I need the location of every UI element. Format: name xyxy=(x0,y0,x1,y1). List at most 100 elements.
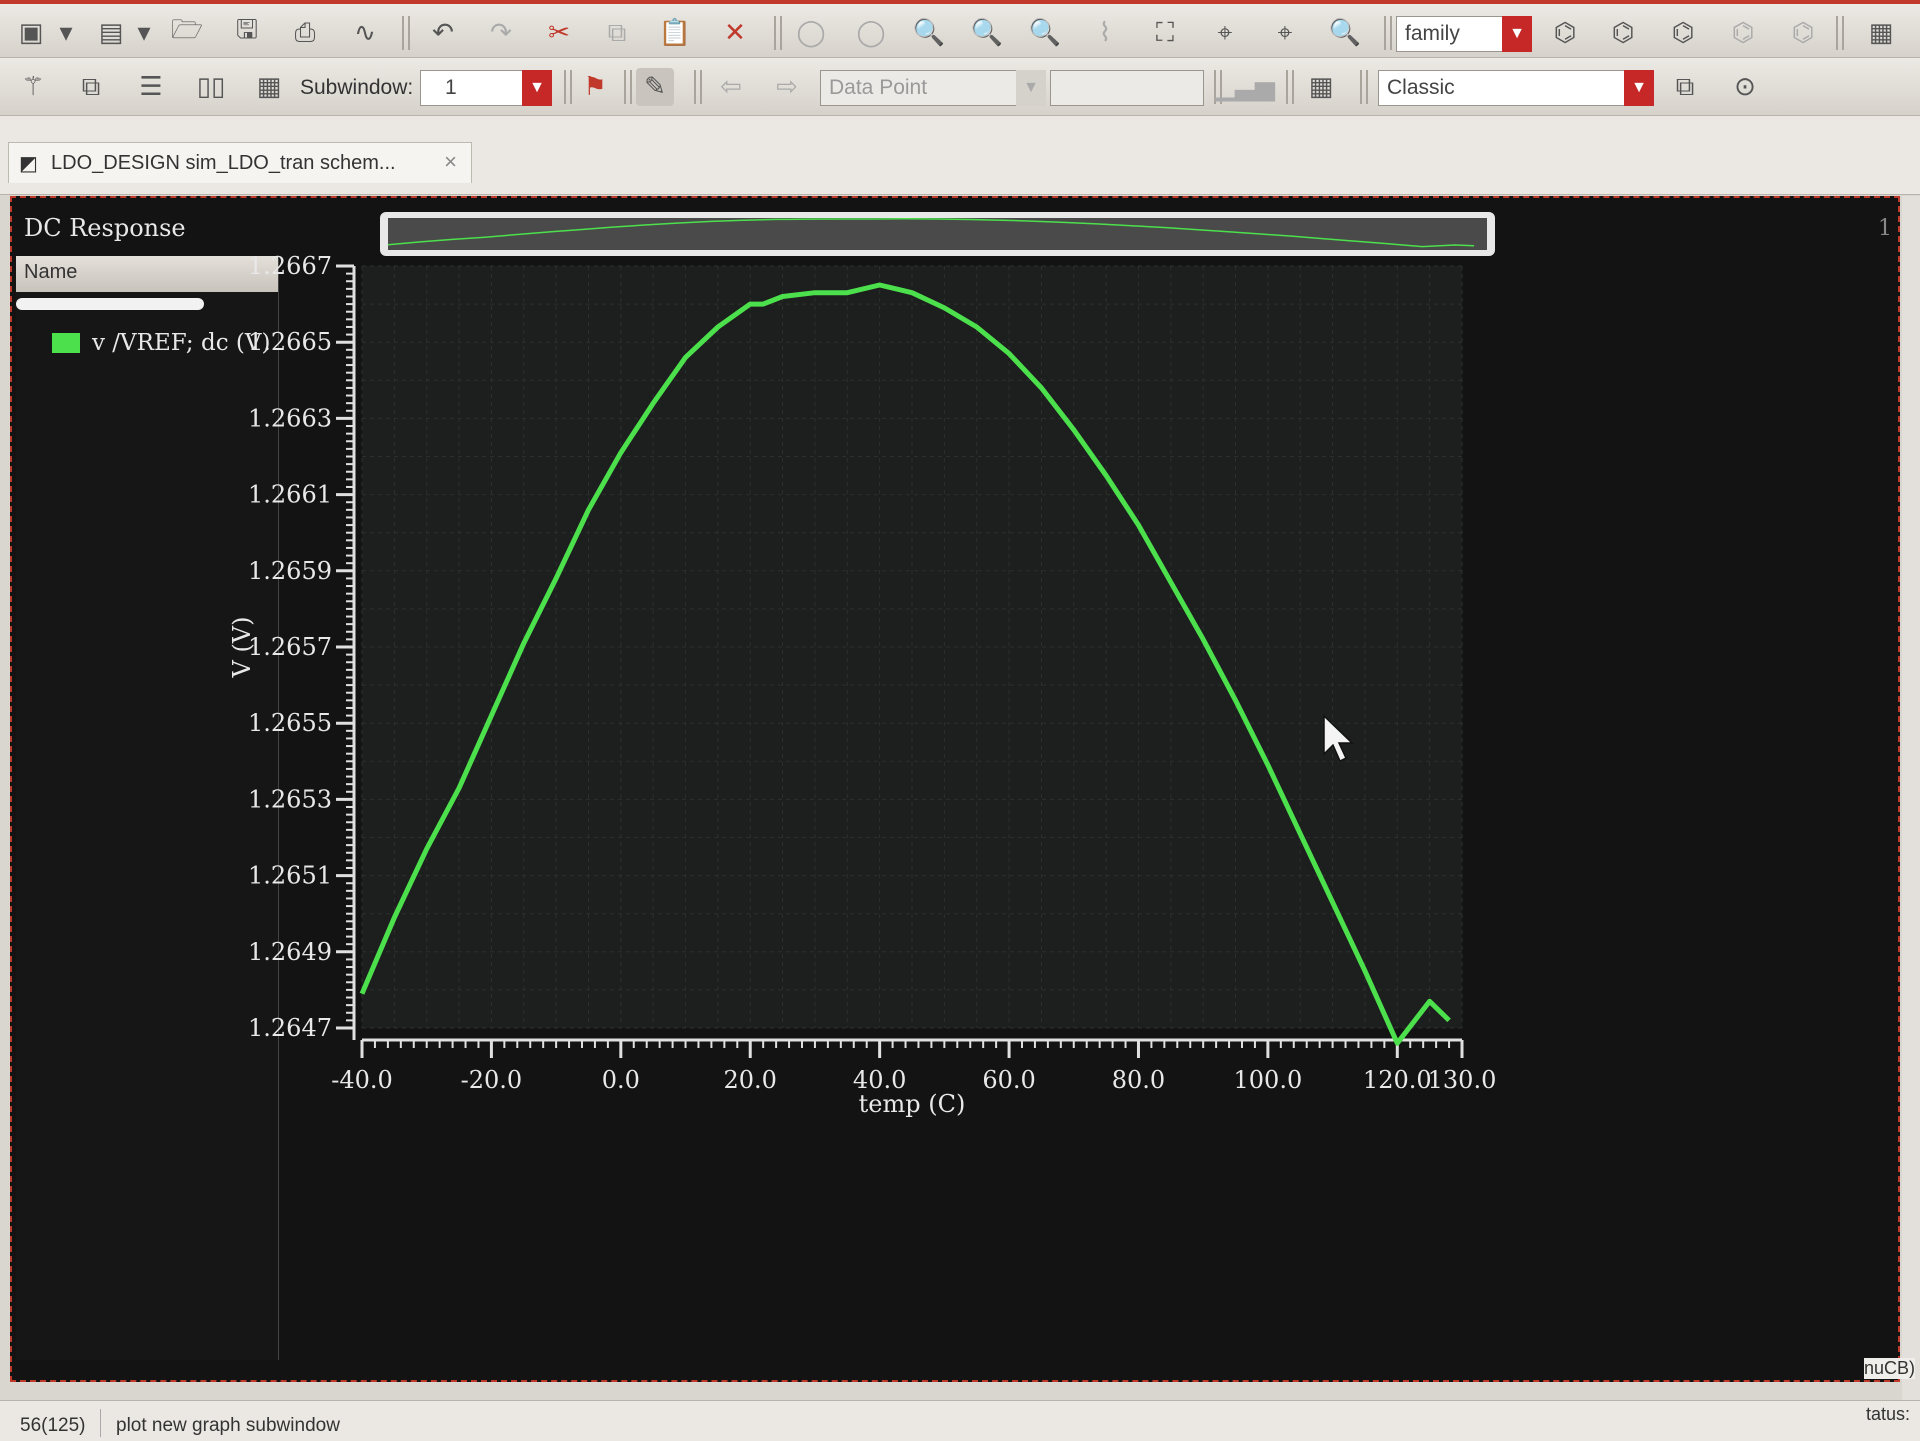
status-message: plot new graph subwindow xyxy=(116,1415,340,1436)
toolbar-separator xyxy=(1286,70,1294,104)
subwindow-label: Subwindow: xyxy=(300,76,414,99)
y-tick-label: 1.2653 xyxy=(248,785,332,813)
chevron-down-icon[interactable]: ▼ xyxy=(1502,16,1532,52)
style-combo-value: Classic xyxy=(1387,76,1455,99)
y-axis-label: V (V) xyxy=(228,616,256,678)
stacked-layout-icon[interactable]: ☰ xyxy=(132,68,170,106)
family-combo[interactable]: family ▼ xyxy=(1396,16,1532,52)
toolbar-separator xyxy=(694,70,702,104)
schematic-icon: ◩ xyxy=(19,153,38,175)
toolbar-separator xyxy=(774,16,782,50)
marker-type-value: Data Point xyxy=(829,76,928,99)
y-tick-label: 1.2665 xyxy=(248,328,332,356)
bar-chart-icon[interactable]: ▁▃▅ xyxy=(1215,68,1275,106)
open-folder-icon[interactable]: 🗁 xyxy=(168,14,206,52)
subwindow-value: 1 xyxy=(445,76,457,99)
status-divider xyxy=(100,1409,101,1437)
zoom-wave-icon[interactable]: ⌖ xyxy=(1206,14,1244,52)
magic-wand-icon[interactable]: ⚚ xyxy=(14,68,52,106)
x-tick-label: 100.0 xyxy=(1234,1066,1303,1094)
new-window-icon[interactable]: ▣ xyxy=(12,14,50,52)
undo-icon[interactable]: ↶ xyxy=(424,14,462,52)
marker-next-icon[interactable]: ⇨ xyxy=(768,68,806,106)
subwindow-combo[interactable]: 1 ▼ xyxy=(420,70,552,106)
copy-icon[interactable]: ⧉ xyxy=(598,14,636,52)
chevron-down-icon[interactable]: ▼ xyxy=(1016,70,1046,106)
marker-prev-icon[interactable]: ⇦ xyxy=(712,68,750,106)
toolbar-separator xyxy=(402,16,410,50)
print-icon[interactable]: ⎙ xyxy=(286,14,324,52)
spread-icon[interactable]: ⌬ xyxy=(1724,14,1762,52)
marker-type-combo[interactable]: Data Point ▼ xyxy=(820,70,1046,106)
y-tick-label: 1.2659 xyxy=(248,557,332,585)
chart-svg[interactable]: 1.2647 1.2649 1.2651 1.2653 1.2655 1.2657 1.26… xyxy=(12,198,1898,1380)
style-combo[interactable]: Classic ▼ xyxy=(1378,70,1654,106)
layout-icon[interactable]: ▤ xyxy=(92,14,130,52)
x-tick-label: 0.0 xyxy=(602,1066,640,1094)
toolbar-separator xyxy=(1384,16,1392,50)
grid-layout-icon[interactable]: ▦ xyxy=(250,68,288,106)
calculator-icon[interactable]: ▦ xyxy=(1302,68,1340,106)
save-icon[interactable]: 🖫 xyxy=(228,14,266,52)
tab-bar: ◩ LDO_DESIGN sim_LDO_tran schem... × xyxy=(0,116,1920,195)
pan-circle-icon[interactable]: ◯ xyxy=(852,14,890,52)
new-window-dropdown-icon[interactable]: ▾ xyxy=(56,14,76,52)
toolbar-separator xyxy=(1836,16,1844,50)
waveform-icon[interactable]: ∿ xyxy=(346,14,384,52)
chevron-down-icon[interactable]: ▼ xyxy=(522,70,552,106)
tab-schematic[interactable]: ◩ LDO_DESIGN sim_LDO_tran schem... × xyxy=(8,142,472,183)
layout-dropdown-icon[interactable]: ▾ xyxy=(134,14,154,52)
edge-label: nuCB) xyxy=(1864,1358,1916,1379)
close-icon[interactable]: × xyxy=(444,149,457,175)
zoom-disabled-icon[interactable]: 🔍 xyxy=(1326,14,1364,52)
zoom-fit-icon[interactable]: ⛶ xyxy=(1146,14,1184,52)
right-edge-panel xyxy=(1902,196,1920,1400)
y-tick-label: 1.2661 xyxy=(248,481,332,509)
zoom-x-icon[interactable]: 🔍 xyxy=(968,14,1006,52)
overview-track xyxy=(388,218,1487,250)
grid-icon[interactable]: ▦ xyxy=(1862,14,1900,52)
zoom-y-icon[interactable]: ⌇ xyxy=(1086,14,1124,52)
x-tick-label: -20.0 xyxy=(461,1066,523,1094)
toolbar-separator xyxy=(564,70,572,104)
status-counter: 56(125) xyxy=(20,1415,86,1436)
x-tick-label: 120.0 xyxy=(1363,1066,1432,1094)
family-plot-icon[interactable]: ⌬ xyxy=(1546,14,1584,52)
view-icon[interactable]: ⊙ xyxy=(1726,68,1764,106)
family-combo-value: family xyxy=(1405,22,1460,45)
y-tick-label: 1.2657 xyxy=(248,633,332,661)
delete-icon[interactable]: ✕ xyxy=(716,14,754,52)
cut-icon[interactable]: ✂ xyxy=(540,14,578,52)
toolbar-separator xyxy=(1360,70,1368,104)
plot-window: DC Response 1 Name v /VREF; dc (V) 1.264… xyxy=(10,196,1900,1382)
toolbar-separator xyxy=(624,70,632,104)
y-tick-label: 1.2651 xyxy=(248,862,332,890)
edit-icon[interactable]: ✎ xyxy=(636,68,674,106)
zoom-out-icon[interactable]: 🔍 xyxy=(1026,14,1064,52)
y-tick-label: 1.2667 xyxy=(248,252,332,280)
zoom-wave2-icon[interactable]: ⌖ xyxy=(1266,14,1304,52)
marker-value-field[interactable] xyxy=(1050,70,1204,106)
y-tick-label: 1.2649 xyxy=(248,938,332,966)
x-tick-label: 60.0 xyxy=(982,1066,1035,1094)
main-toolbar: ▣ ▾ ▤ ▾ 🗁 🖫 ⎙ ∿ ↶ ↷ ✂ ⧉ 📋 ✕ ◯ ◯ 🔍 🔍 🔍 ⌇ … xyxy=(0,0,1920,58)
chevron-down-icon[interactable]: ▼ xyxy=(1624,70,1654,106)
x-tick-label: 130.0 xyxy=(1428,1066,1497,1094)
side-layout-icon[interactable]: ▯▯ xyxy=(192,68,230,106)
flag-icon[interactable]: ⚑ xyxy=(576,68,614,106)
zoom-in-icon[interactable]: 🔍 xyxy=(910,14,948,52)
tab-label: LDO_DESIGN sim_LDO_tran schem... xyxy=(51,152,396,174)
paste-icon[interactable]: 📋 xyxy=(656,14,694,52)
overlay-icon[interactable]: ⌬ xyxy=(1604,14,1642,52)
window-icon[interactable]: ⧉ xyxy=(1666,68,1704,106)
y-tick-label: 1.2647 xyxy=(248,1014,332,1042)
y-tick-label: 1.2663 xyxy=(248,404,332,432)
y-tick-label: 1.2655 xyxy=(248,709,332,737)
strip-chart-icon[interactable]: ⌬ xyxy=(1664,14,1702,52)
redo-icon[interactable]: ↷ xyxy=(482,14,520,52)
secondary-toolbar: ⚚ ⧉ ☰ ▯▯ ▦ Subwindow: 1 ▼ ⚑ ✎ ⇦ ⇨ Data P… xyxy=(0,58,1920,116)
graph-tools-icon[interactable]: ⌬ xyxy=(1784,14,1822,52)
cards-icon[interactable]: ⧉ xyxy=(72,68,110,106)
zoom-circle-icon[interactable]: ◯ xyxy=(792,14,830,52)
x-tick-label: -40.0 xyxy=(331,1066,393,1094)
